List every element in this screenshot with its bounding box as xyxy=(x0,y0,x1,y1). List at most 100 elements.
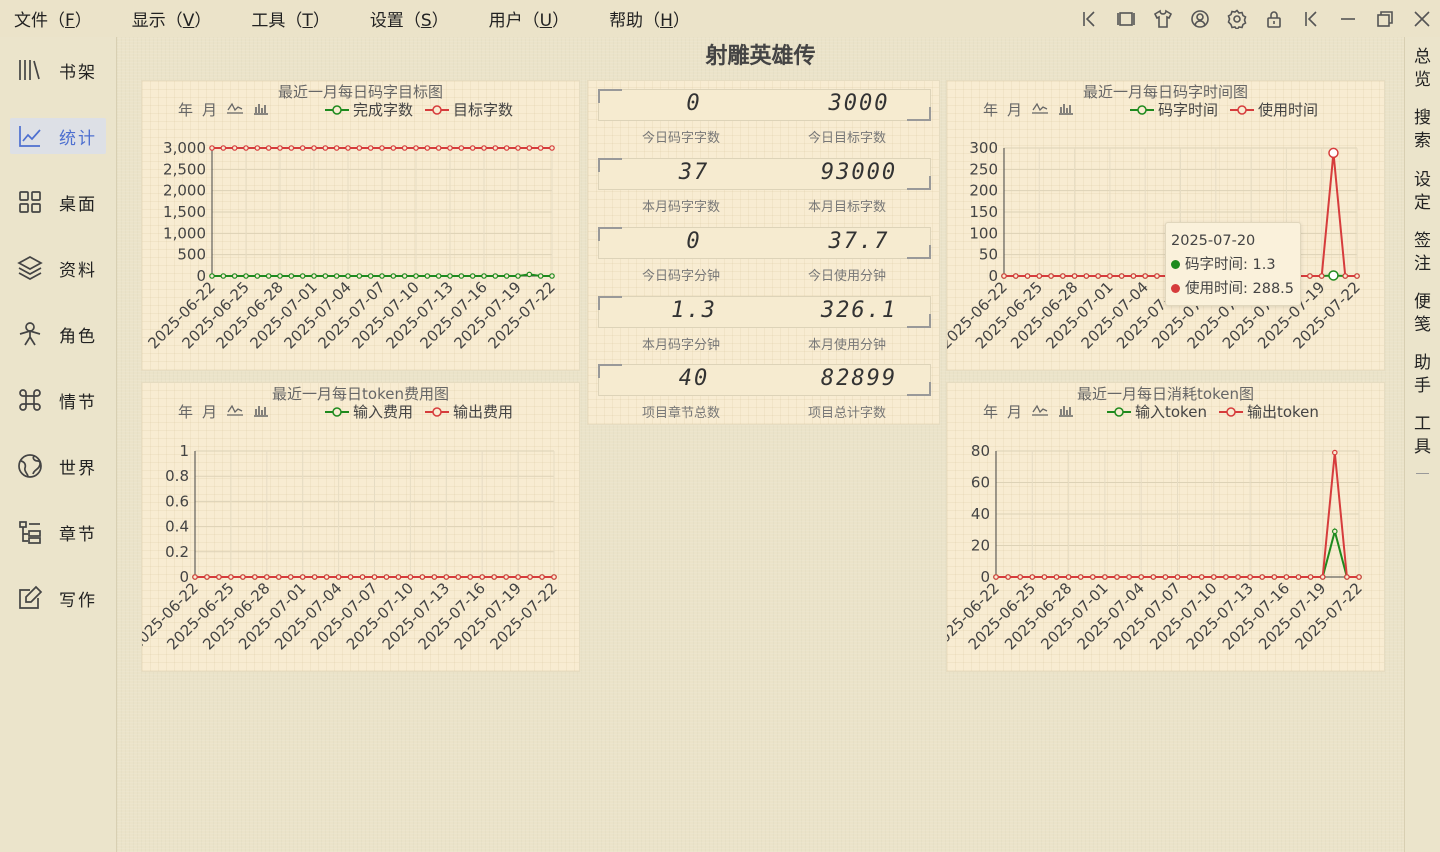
tooltip-date: 2025-07-20 xyxy=(1171,233,1256,249)
y-tick-label: 1,000 xyxy=(163,224,206,242)
shirt-theme-icon[interactable] xyxy=(1144,0,1181,37)
stat-label: 项目章节总数 xyxy=(641,406,720,421)
y-tick-label: 100 xyxy=(969,224,998,242)
minimize-icon[interactable] xyxy=(1329,0,1366,37)
rightbar-item-search[interactable]: 搜索 xyxy=(1405,107,1440,153)
data-point xyxy=(1071,273,1078,279)
y-tick-label: 40 xyxy=(971,505,990,523)
sidebar-item-desktop[interactable]: 桌面 xyxy=(10,184,106,220)
rightbar-item-annotation[interactable]: 签注 xyxy=(1405,230,1440,276)
chevron-left-icon[interactable] xyxy=(1292,0,1329,37)
data-point xyxy=(243,273,249,279)
data-point xyxy=(192,574,198,580)
y-tick-label: 500 xyxy=(177,246,206,264)
left-sidebar: 书架 统计 桌面 资料 角色 情节 世界 章节 写作 xyxy=(0,37,117,852)
stat-label: 今日目标字数 xyxy=(807,131,886,146)
highlight-point xyxy=(1328,147,1339,159)
data-point xyxy=(345,145,351,151)
window-frame-icon[interactable] xyxy=(1107,0,1144,37)
data-point xyxy=(481,273,487,279)
data-point xyxy=(299,273,306,279)
data-point xyxy=(503,273,510,279)
restore-icon[interactable] xyxy=(1366,0,1403,37)
chart-tooltip: 2025-07-20 码字时间: 1.3 使用时间: 288.5 xyxy=(1165,222,1302,306)
project-title: 射雕英雄传 xyxy=(705,44,816,69)
data-point xyxy=(1150,574,1157,580)
sidebar-item-characters[interactable]: 角色 xyxy=(10,316,106,352)
stat-value: 0 xyxy=(686,91,702,116)
menu-file[interactable]: 文件（F） xyxy=(0,6,92,31)
data-point xyxy=(1114,574,1120,580)
stat-label: 今日码字字数 xyxy=(641,131,720,146)
rightbar-item-assistant[interactable]: 助手 xyxy=(1405,352,1440,398)
data-point xyxy=(390,273,397,279)
data-point xyxy=(231,273,238,279)
y-tick-label: 50 xyxy=(979,246,998,264)
menu-tools[interactable]: 工具（T） xyxy=(237,6,329,31)
rightbar-item-overview[interactable]: 总览 xyxy=(1405,46,1440,92)
menu-user[interactable]: 用户（U） xyxy=(475,6,569,31)
data-point xyxy=(1090,574,1096,580)
data-point xyxy=(1029,574,1036,580)
data-point xyxy=(209,273,215,279)
stat-label: 本月使用分钟 xyxy=(807,338,886,353)
data-point xyxy=(481,145,487,151)
gear-icon[interactable] xyxy=(1218,0,1255,37)
data-point xyxy=(479,574,486,580)
data-point xyxy=(287,574,294,580)
sidebar-item-bookshelf[interactable]: 书架 xyxy=(10,52,106,88)
edit-icon xyxy=(19,585,43,609)
sidebar-item-materials[interactable]: 资料 xyxy=(10,250,106,286)
sidebar-item-chapters[interactable]: 章节 xyxy=(10,514,106,550)
rightbar-item-notes[interactable]: 便笺 xyxy=(1405,291,1440,337)
data-point xyxy=(515,273,521,279)
sidebar-item-statistics[interactable]: 统计 xyxy=(10,118,106,154)
sidebar-item-world[interactable]: 世界 xyxy=(10,448,106,484)
sidebar-item-writing[interactable]: 写作 xyxy=(10,580,106,616)
user-circle-icon[interactable] xyxy=(1181,0,1218,37)
data-point xyxy=(243,145,249,151)
rightbar-item-settings[interactable]: 设定 xyxy=(1405,169,1440,215)
data-point xyxy=(254,273,261,279)
data-point xyxy=(367,273,374,279)
chart-panel-token-usage: 最近一月每日消耗token图 年 月 输入token 输出token 0 20 40… xyxy=(946,382,1385,672)
stat-value: 326.1 xyxy=(820,298,898,323)
y-tick-label: 1,500 xyxy=(163,203,206,221)
data-point xyxy=(443,574,450,580)
data-point xyxy=(435,273,442,279)
close-icon[interactable] xyxy=(1403,0,1440,37)
data-point xyxy=(1210,574,1217,580)
data-point xyxy=(1154,273,1160,279)
data-point xyxy=(527,574,533,580)
data-point xyxy=(537,145,544,151)
data-point xyxy=(469,273,476,279)
chart-line-icon xyxy=(19,126,41,147)
data-point xyxy=(419,574,426,580)
menu-settings[interactable]: 设置（S） xyxy=(356,6,449,31)
data-point xyxy=(379,273,385,279)
menu-help[interactable]: 帮助（H） xyxy=(595,6,690,31)
data-point xyxy=(1060,273,1066,279)
data-point xyxy=(1065,574,1072,580)
tree-list-icon xyxy=(19,521,41,544)
data-point xyxy=(390,145,397,151)
y-tick-label: 0.4 xyxy=(165,518,189,536)
data-point xyxy=(1077,574,1084,580)
y-tick-label: 1 xyxy=(179,442,189,460)
data-point xyxy=(1024,273,1031,279)
data-point xyxy=(1095,273,1101,279)
data-point xyxy=(333,145,340,151)
data-point xyxy=(1118,273,1125,279)
data-point xyxy=(252,574,258,580)
stats-panel: 0 3000 今日码字字数 今日目标字数 37 93000 本月码字字数 本月目… xyxy=(587,80,940,425)
data-point xyxy=(288,145,295,151)
data-point xyxy=(1354,273,1360,279)
collapse-left-icon[interactable] xyxy=(1070,0,1107,37)
sidebar-item-plot[interactable]: 情节 xyxy=(10,382,106,418)
menu-view[interactable]: 显示（V） xyxy=(118,6,212,31)
lock-icon[interactable] xyxy=(1255,0,1292,37)
sidebar-item-label: 情节 xyxy=(59,392,97,413)
data-point xyxy=(1259,574,1266,580)
rightbar-item-tools[interactable]: 工具 xyxy=(1405,413,1440,459)
data-point xyxy=(401,273,408,279)
